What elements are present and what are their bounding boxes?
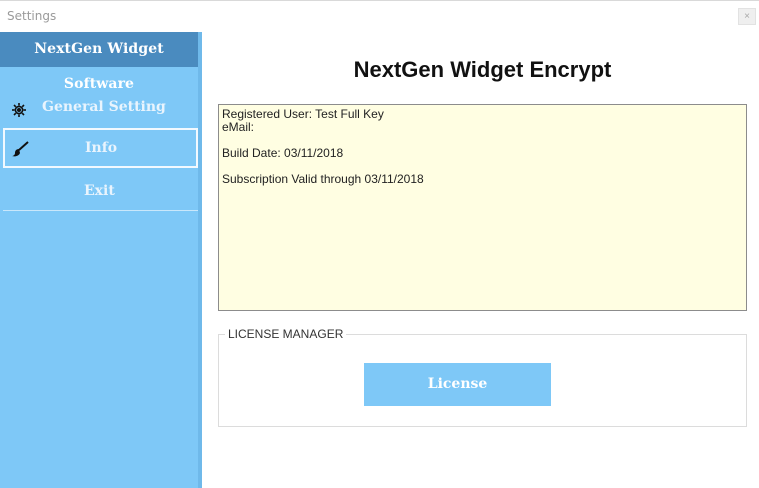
page-title: NextGen Widget Encrypt [353,57,612,82]
info-textbox[interactable]: Registered User: Test Full Key eMail: Bu… [218,104,747,311]
brush-icon [12,141,29,157]
sidebar-edge [198,32,202,488]
subscription-text: Subscription Valid through 03/11/2018 [222,172,424,186]
window-title: Settings [7,9,57,23]
close-button[interactable]: × [738,8,756,25]
email-text: eMail: [222,120,255,134]
license-manager-caption: LICENSE MANAGER [225,327,347,341]
title-bar: Settings × [0,0,759,32]
gear-icon [12,103,26,117]
sidebar: NextGen Widget Software General Setting … [0,32,202,488]
registered-user-text: Registered User: Test Full Key [222,107,384,121]
sidebar-item-label: Exit [84,183,115,199]
license-button[interactable]: License [364,363,551,406]
sidebar-item-info[interactable]: Info [3,128,198,168]
build-date-text: Build Date: 03/11/2018 [222,146,344,160]
brand-title: NextGen Widget Software [0,32,198,92]
license-manager-group: LICENSE MANAGER License [218,327,747,427]
sidebar-item-label: Info [85,140,118,156]
title-bar-border [0,0,759,1]
sidebar-item-general-setting[interactable]: General Setting [3,88,198,128]
sidebar-item-exit[interactable]: Exit [3,172,198,211]
sidebar-item-label: General Setting [42,99,166,115]
